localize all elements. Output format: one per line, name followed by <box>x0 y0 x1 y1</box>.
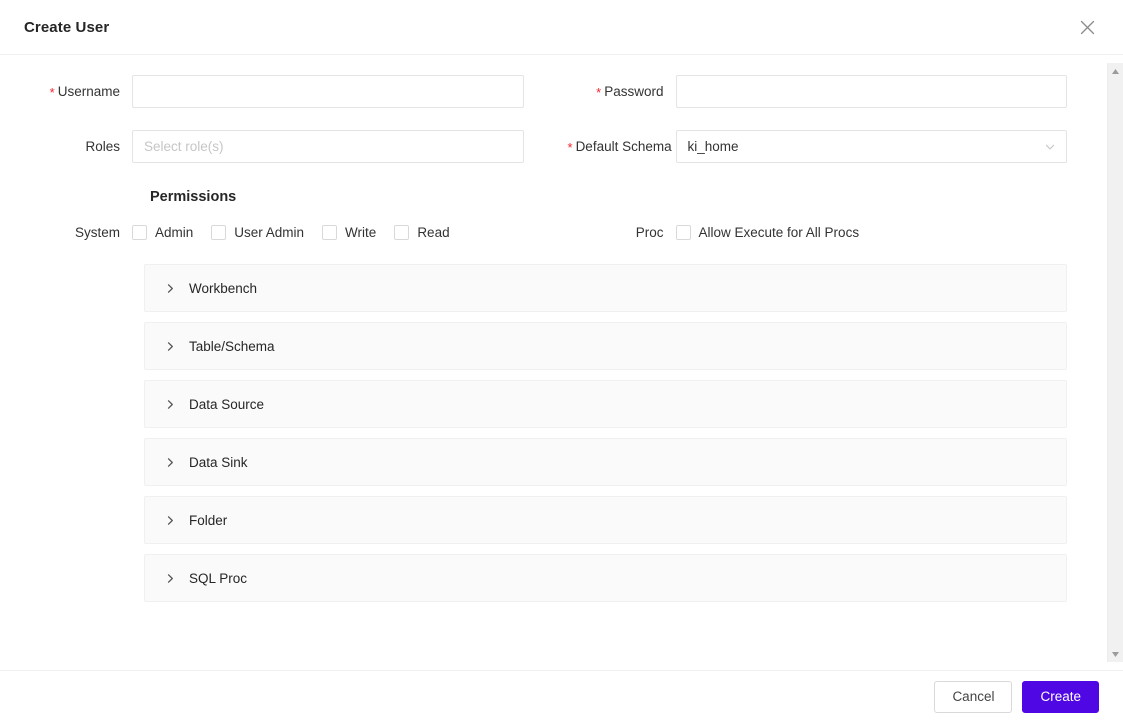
collapse-panel-label: Folder <box>189 512 228 528</box>
collapse-panel-table-schema[interactable]: Table/Schema <box>144 322 1067 370</box>
chevron-right-icon <box>161 399 179 410</box>
collapse-panel-folder[interactable]: Folder <box>144 496 1067 544</box>
chevron-right-glyph <box>167 283 173 293</box>
checkbox-box <box>322 225 338 240</box>
required-indicator: * <box>596 85 602 100</box>
checkbox-label: Read <box>417 225 450 240</box>
system-group-label: System <box>74 225 120 240</box>
chevron-right-icon <box>161 283 179 294</box>
create-button[interactable]: Create <box>1022 680 1099 713</box>
dialog-footer: Cancel Create <box>0 670 1123 722</box>
username-input[interactable] <box>132 75 524 108</box>
roles-label: Roles <box>24 130 132 163</box>
checkbox-box <box>675 225 691 240</box>
chevron-right-icon <box>161 515 179 526</box>
username-control <box>132 75 524 108</box>
collapse-panel-label: Workbench <box>189 280 258 296</box>
form-row-credentials: * Username * Password <box>0 75 1107 130</box>
collapse-panel-data-source[interactable]: Data Source <box>144 380 1067 428</box>
roles-label-text: Roles <box>85 139 120 154</box>
form-item-default-schema: * Default Schema ki_home <box>568 130 1067 163</box>
checkbox-write[interactable]: Write <box>322 225 376 240</box>
checkbox-label: Write <box>345 225 377 240</box>
form-item-password: * Password <box>568 75 1067 108</box>
scroll-down-arrow-icon[interactable] <box>1107 646 1123 662</box>
chevron-right-icon <box>161 341 179 352</box>
proc-group-label: Proc <box>635 225 664 240</box>
close-icon[interactable] <box>1069 9 1105 45</box>
dialog-header: Create User <box>0 0 1123 55</box>
username-label-text: Username <box>57 84 120 99</box>
password-input[interactable] <box>675 75 1067 108</box>
default-schema-control: ki_home <box>675 130 1067 163</box>
required-indicator: * <box>567 140 573 155</box>
permissions-checkbox-row: System Admin User Admin Write Read Proc … <box>0 225 1107 240</box>
default-schema-label: * Default Schema <box>568 130 676 163</box>
chevron-right-icon <box>161 573 179 584</box>
checkbox-box <box>211 225 227 240</box>
checkbox-box <box>394 225 410 240</box>
permission-group-system: System Admin User Admin Write Read <box>24 225 524 240</box>
dialog-scroll-content: * Username * Password Roles Select role(… <box>0 55 1107 670</box>
chevron-right-glyph <box>167 573 173 583</box>
close-glyph <box>1080 20 1094 34</box>
vertical-scrollbar[interactable] <box>1107 63 1123 662</box>
checkbox-user-admin[interactable]: User Admin <box>211 225 304 240</box>
page-title: Create User <box>24 18 110 36</box>
roles-control <box>132 130 524 163</box>
default-schema-label-text: Default Schema <box>575 139 672 154</box>
default-schema-value: ki_home <box>687 139 739 154</box>
collapse-inner: Workbench Table/Schema Data Source Data … <box>144 264 1067 602</box>
password-label: * Password <box>568 75 676 108</box>
form-row-roles-schema: Roles *Default Schema ki_home <box>0 130 1107 185</box>
scroll-down-arrow-glyph <box>1112 651 1119 657</box>
checkbox-admin[interactable]: Admin <box>132 225 193 240</box>
chevron-right-glyph <box>167 457 173 467</box>
checkbox-read[interactable]: Read <box>394 225 450 240</box>
checkbox-allow-execute-all-procs[interactable]: Allow Execute for All Procs <box>675 225 860 240</box>
checkbox-label: User Admin <box>234 225 305 240</box>
scrollbar-track[interactable] <box>1108 79 1123 646</box>
cancel-button[interactable]: Cancel <box>934 680 1013 713</box>
checkbox-label: Allow Execute for All Procs <box>698 225 860 240</box>
chevron-right-glyph <box>167 341 173 351</box>
password-control <box>675 75 1067 108</box>
permissions-collapse-group: Workbench Table/Schema Data Source Data … <box>0 264 1107 602</box>
chevron-right-icon <box>161 457 179 468</box>
collapse-panel-label: SQL Proc <box>189 570 248 586</box>
password-label-text: Password <box>604 84 664 99</box>
chevron-right-glyph <box>167 515 173 525</box>
form-item-roles: Roles <box>24 130 524 163</box>
checkbox-label: Admin <box>155 225 194 240</box>
roles-select-input[interactable] <box>132 130 524 163</box>
create-user-dialog: Create User * Username * Password Roles … <box>0 0 1123 722</box>
dialog-body: * Username * Password Roles Select role(… <box>0 55 1123 670</box>
collapse-panel-workbench[interactable]: Workbench <box>144 264 1067 312</box>
collapse-panel-label: Data Sink <box>189 454 248 470</box>
username-label: * Username <box>24 75 132 108</box>
collapse-panel-data-sink[interactable]: Data Sink <box>144 438 1067 486</box>
chevron-down-icon <box>1044 141 1056 153</box>
collapse-panel-label: Table/Schema <box>189 338 275 354</box>
form-item-username: * Username <box>24 75 524 108</box>
permissions-heading: Permissions <box>150 189 237 205</box>
collapse-panel-sql-proc[interactable]: SQL Proc <box>144 554 1067 602</box>
permission-group-proc: Proc Allow Execute for All Procs <box>568 225 1068 240</box>
default-schema-select[interactable]: ki_home <box>675 130 1067 163</box>
collapse-panel-label: Data Source <box>189 396 265 412</box>
scroll-up-arrow-icon[interactable] <box>1107 63 1123 79</box>
chevron-down-glyph <box>1045 144 1055 150</box>
scroll-up-arrow-glyph <box>1112 68 1119 74</box>
checkbox-box <box>132 225 147 240</box>
required-indicator: * <box>49 85 55 100</box>
chevron-right-glyph <box>167 399 173 409</box>
